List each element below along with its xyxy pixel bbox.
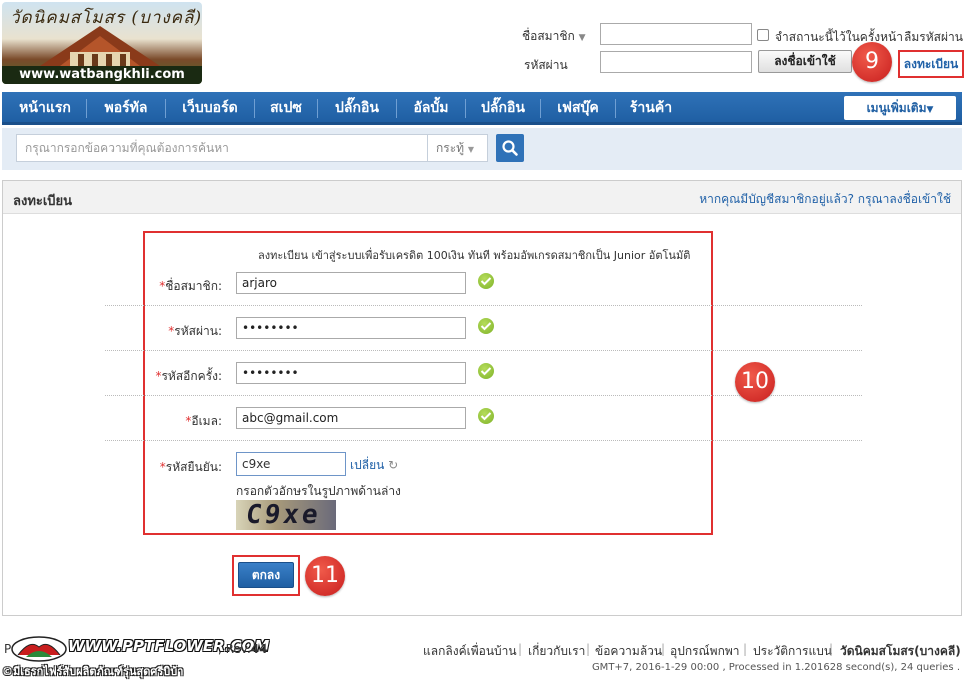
username-label[interactable]: ชื่อสมาชิก ▼ [522,27,585,46]
search-input[interactable]: กรุณากรอกข้อความที่คุณต้องการค้นหา [16,134,428,162]
row-divider [105,350,862,351]
row-divider [105,305,862,306]
password-field-label: *รหัสผ่าน: [168,324,222,338]
more-menu-button[interactable]: เมนูเพิ่มเติม▼ [844,96,956,120]
caret-down-icon: ▼ [467,145,475,154]
step-badge-11: 11 [305,556,345,596]
footer-processing-info: GMT+7, 2016-1-29 00:00 , Processed in 1.… [591,662,960,673]
search-scope-value: กระทู้ [436,141,465,155]
captcha-image: C9xe [236,500,336,530]
nav-separator [615,99,616,118]
nav-item-shop[interactable]: ร้านค้า [617,92,685,125]
footer-separator: | [829,642,834,656]
nav-item-webboard[interactable]: เว็บบอร์ด [167,92,253,125]
captcha-change-link[interactable]: เปลี่ยน ↻ [350,456,398,475]
main-nav: หน้าแรก พอร์ทัล เว็บบอร์ด สเปซ ปลั๊กอิน … [2,92,962,125]
remember-checkbox[interactable] [757,29,769,41]
remember-label: จำสถานะนี้ไว้ในครั้งหน้า [775,30,903,44]
submit-button[interactable]: ตกลง [238,562,294,588]
check-icon [478,363,494,379]
step-badge-9: 9 [852,42,892,82]
footer-link-text-only[interactable]: ข้อความล้วน [595,642,662,661]
already-member-link[interactable]: หากคุณมีบัญชีสมาชิกอยู่แล้ว? กรุณาลงชื่อ… [699,190,951,209]
row-divider [105,440,862,441]
footer-separator: | [518,642,523,656]
nav-separator [317,99,318,118]
nav-separator [465,99,466,118]
captcha-change-label: เปลี่ยน [350,458,385,472]
header-username-input[interactable] [600,23,752,45]
caret-down-icon: ▼ [926,105,934,115]
footer-link-mobile[interactable]: อุปกรณ์พกพา [670,642,740,661]
nav-separator [86,99,87,118]
logo-script-text: วัดนิคมสโมสร (บางคลี) [10,8,202,28]
refresh-icon: ↻ [388,458,399,472]
site-logo[interactable]: วัดนิคมสโมสร (บางคลี) www.watbangkhli.co… [2,2,202,84]
footer-link-link-exchange[interactable]: แลกลิงค์เพื่อนบ้าน [423,642,517,661]
email-input[interactable]: abc@gmail.com [236,407,466,429]
footer-revision: , Rev.44 [218,642,268,656]
search-bar: กรุณากรอกข้อความที่คุณต้องการค้นหา กระทู… [2,128,962,170]
username-input[interactable]: arjaro [236,272,466,294]
check-icon [478,318,494,334]
footer-site-name[interactable]: วัดนิคมสโมสร(บางคลี) [840,642,961,661]
nav-item-plugin-2[interactable]: ปลั๊กอิน [467,92,539,125]
captcha-field-label: *รหัสยืนยัน: [159,460,222,474]
more-menu-label: เมนูเพิ่มเติม [866,101,927,115]
check-icon [478,408,494,424]
register-link[interactable]: ลงทะเบียน [898,50,964,78]
captcha-image-text: C9xe [243,500,323,530]
header-password-input[interactable] [600,51,752,73]
chevron-down-icon: ▼ [578,33,586,43]
panel-title: ลงทะเบียน [13,194,73,209]
nav-item-facebook[interactable]: เฟสบุ๊ค [542,92,614,125]
form-note: ลงทะเบียน เข้าสู่ระบบเพื่อรับเครดิต 100เ… [258,249,691,262]
captcha-hint: กรอกตัวอักษรในรูปภาพด้านล่าง [236,484,401,498]
nav-separator [396,99,397,118]
nav-item-portal[interactable]: พอร์ทัล [88,92,164,125]
login-button[interactable]: ลงชื่อเข้าใช้ [758,50,852,73]
nav-item-plugin-1[interactable]: ปลั๊กอิน [319,92,395,125]
email-field-label: *อีเมล: [185,414,222,428]
nav-separator [540,99,541,118]
footer-separator: | [743,642,748,656]
username-field-label: *ชื่อสมาชิก: [159,279,222,293]
site-header: วัดนิคมสโมสร (บางคลี) www.watbangkhli.co… [0,0,964,92]
footer-separator: | [586,642,591,656]
nav-item-home[interactable]: หน้าแรก [6,92,84,125]
password-input[interactable]: •••••••• [236,317,466,339]
logo-url: www.watbangkhli.com [2,66,202,84]
nav-item-album[interactable]: อัลบั้ม [398,92,464,125]
footer-separator: | [661,642,666,656]
search-scope-select[interactable]: กระทู้ ▼ [428,134,488,162]
search-icon [502,140,518,156]
panel-header: ลงทะเบียน หากคุณมีบัญชีสมาชิกอยู่แล้ว? ก… [3,181,961,214]
footer-link-ban-history[interactable]: ประวัติการแบน [753,642,832,661]
flower-logo-icon [11,636,67,662]
footer-link-about[interactable]: เกี่ยวกับเรา [528,642,585,661]
nav-item-space[interactable]: สเปซ [256,92,316,125]
search-button[interactable] [496,134,524,162]
confirm-password-input[interactable]: •••••••• [236,362,466,384]
check-icon [478,273,494,289]
forgot-password-link[interactable]: ลืมรหัสผ่าน [904,28,963,47]
step-badge-10: 10 [735,362,775,402]
nav-separator [165,99,166,118]
nav-separator [254,99,255,118]
password-label: รหัสผ่าน [524,58,568,72]
confirm-password-field-label: *รหัสอีกครั้ง: [155,369,222,383]
watermark-subtext: ©มีเธรกไฟร์สับผลิตภัณฑ์รุ่นสุดศรีบิบ้า [2,665,184,678]
captcha-input[interactable]: c9xe [236,452,346,476]
